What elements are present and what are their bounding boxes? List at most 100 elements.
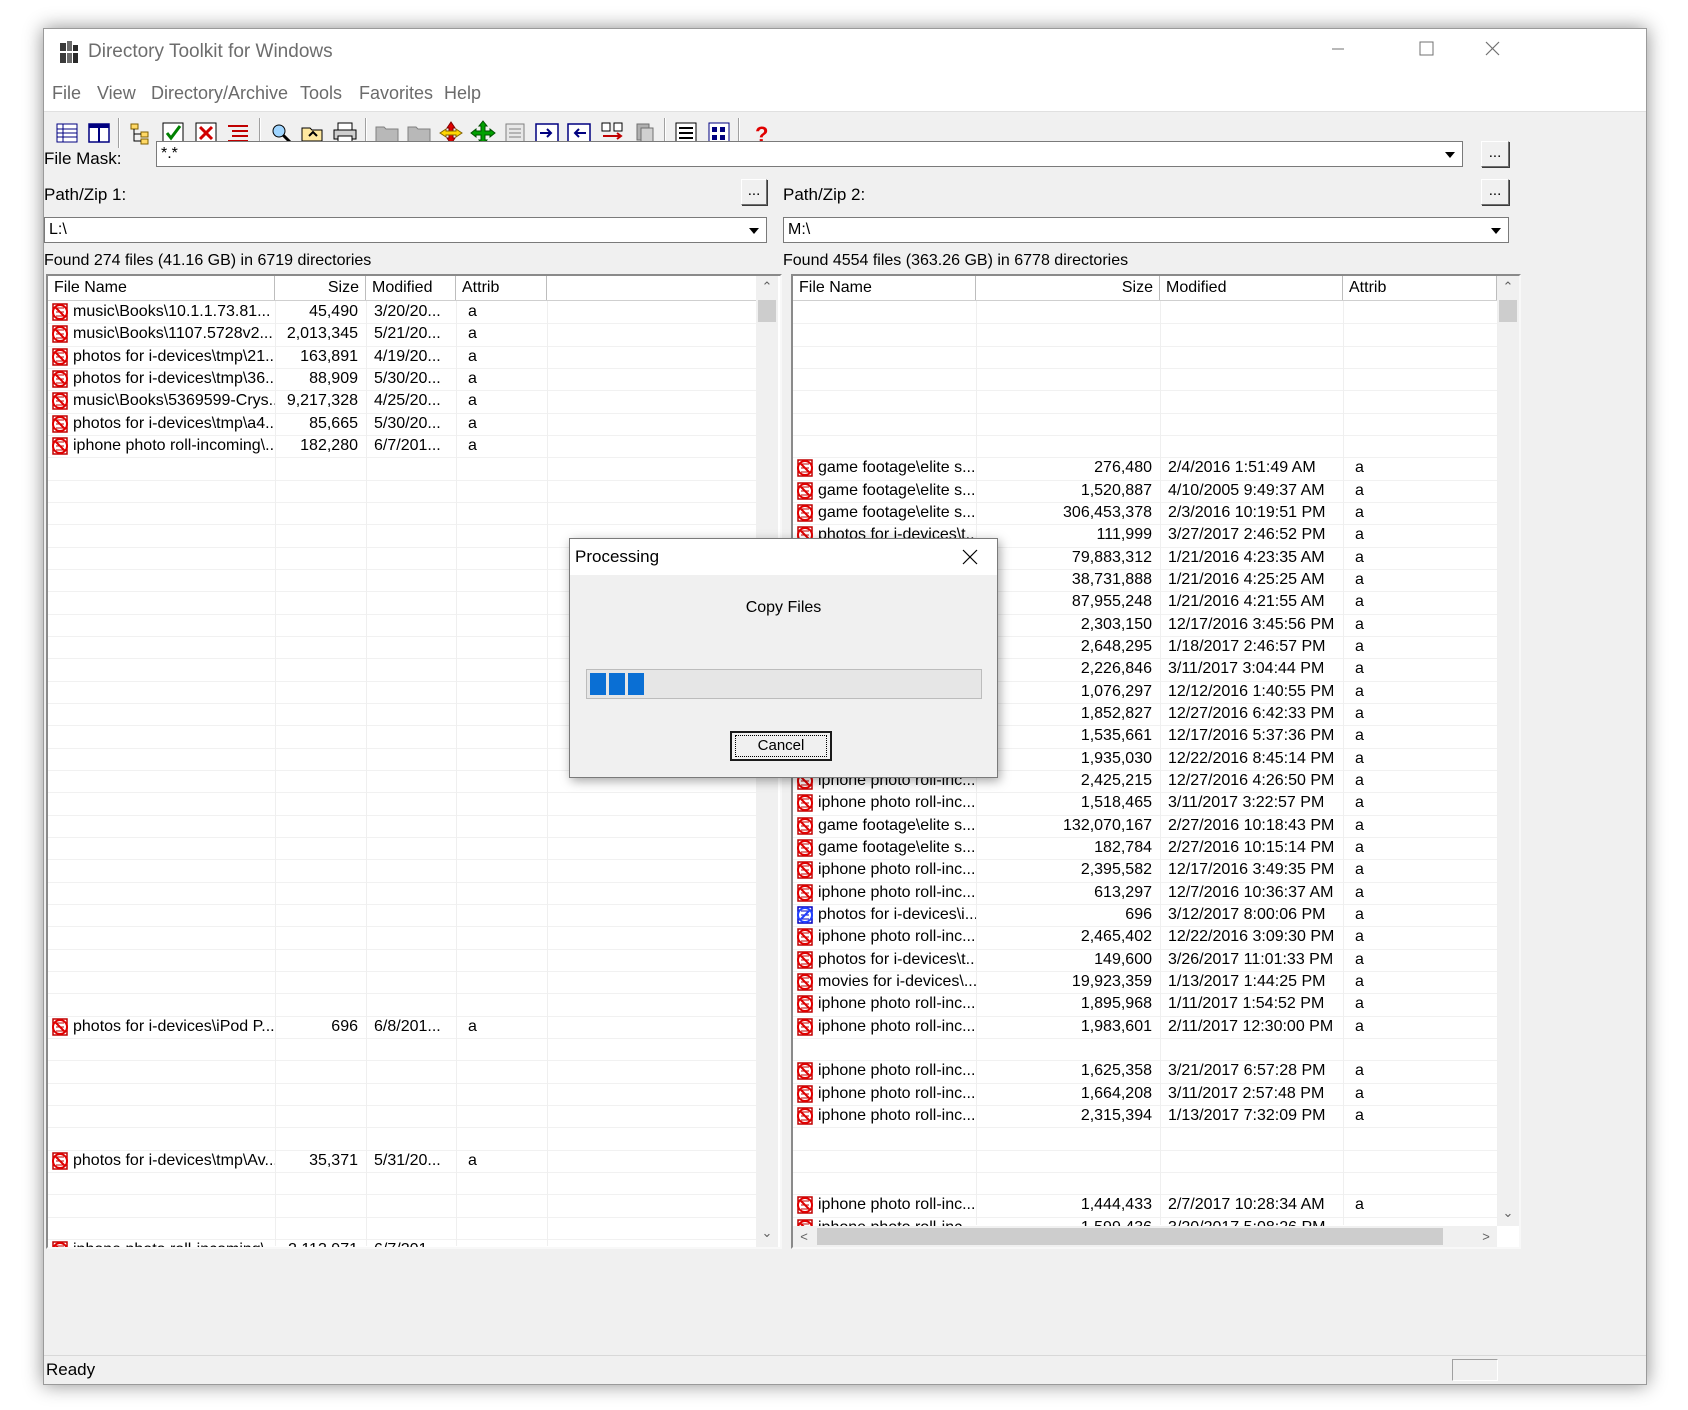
view-details-icon[interactable] <box>54 120 80 146</box>
chevron-down-icon[interactable] <box>1484 219 1507 241</box>
right-vertical-scrollbar[interactable]: ⌃ ⌄ <box>1497 276 1519 1226</box>
table-row[interactable]: photos for i-devices\i... 696 3/12/2017 8:… <box>793 904 1497 926</box>
file-mask-browse-button[interactable]: ... <box>1481 141 1509 167</box>
chevron-down-icon[interactable] <box>742 219 765 241</box>
table-row[interactable]: game footage\elite s... 1,520,887 4/10/200… <box>793 480 1497 502</box>
file-name-text: game footage\elite s... <box>818 838 976 856</box>
copy-progress-bar <box>586 669 982 699</box>
file-attrib-cell: a <box>1355 503 1364 521</box>
file-modified-cell: 1/18/2017 2:46:57 PM <box>1168 637 1326 655</box>
right-header-modified[interactable]: Modified <box>1160 276 1343 300</box>
grid-line <box>793 1149 1497 1151</box>
file-name-cell: photos for i-devices\tmp\21... <box>48 346 275 368</box>
table-row[interactable]: iphone photo roll-inc... 2,315,394 1/13/20… <box>793 1105 1497 1127</box>
scroll-right-icon[interactable]: > <box>1475 1226 1497 1247</box>
scroll-down-icon[interactable]: ⌄ <box>1497 1202 1519 1224</box>
left-scroll-thumb[interactable] <box>758 300 776 322</box>
chevron-down-icon[interactable] <box>1438 143 1461 165</box>
table-row[interactable]: game footage\elite s... 276,480 2/4/2016 1… <box>793 457 1497 479</box>
file-attrib-cell: a <box>468 325 477 343</box>
menu-tools[interactable]: Tools <box>300 83 342 104</box>
path2-browse-button[interactable]: ... <box>1481 179 1509 205</box>
file-missing-icon <box>51 392 69 411</box>
left-header-attrib[interactable]: Attrib <box>456 276 547 300</box>
file-size-cell: 9,217,328 <box>286 392 358 410</box>
file-size-cell: 696 <box>1125 905 1152 923</box>
menu-file[interactable]: File <box>52 83 81 104</box>
table-row[interactable]: photos for i-devices\tmp\Av... 35,371 5/31… <box>48 1150 756 1172</box>
file-mask-combo[interactable]: *.* <box>156 141 1463 167</box>
table-row[interactable]: iphone photo roll-incoming\... 182,280 6/7… <box>48 435 756 457</box>
minimize-button[interactable] <box>1302 29 1372 77</box>
table-row[interactable]: iphone photo roll-inc... 613,297 12/7/2016… <box>793 882 1497 904</box>
menu-directory-archive[interactable]: Directory/Archive <box>151 83 288 104</box>
file-name-text: iphone photo roll-incoming\... <box>73 436 275 454</box>
table-row[interactable]: iphone photo roll-inc... 1,983,601 2/11/20… <box>793 1016 1497 1038</box>
maximize-button[interactable] <box>1390 29 1460 77</box>
file-modified-cell: 5/30/20... <box>374 369 441 387</box>
right-header-size[interactable]: Size <box>976 276 1160 300</box>
table-row[interactable]: iphone photo roll-inc... 2,465,402 12/22/2… <box>793 926 1497 948</box>
table-row[interactable]: photos for i-devices\tmp\21... 163,891 4/1… <box>48 346 756 368</box>
table-row[interactable]: iphone photo roll-inc... 2,395,582 12/17/2… <box>793 859 1497 881</box>
table-row[interactable]: iphone photo roll-inc... 1,444,433 2/7/201… <box>793 1194 1497 1216</box>
progress-block <box>590 673 606 695</box>
left-header-size[interactable]: Size <box>275 276 366 300</box>
table-row[interactable]: iphone photo roll-inc... 1,664,208 3/11/20… <box>793 1083 1497 1105</box>
right-hscroll-thumb[interactable] <box>817 1228 1443 1245</box>
table-row[interactable]: iphone photo roll-inc... 1,625,358 3/21/20… <box>793 1060 1497 1082</box>
file-modified-cell: 3/21/2017 6:57:28 PM <box>1168 1062 1326 1080</box>
scroll-up-icon[interactable]: ⌃ <box>1497 276 1519 298</box>
dialog-close-icon[interactable] <box>960 547 980 567</box>
menu-favorites[interactable]: Favorites <box>359 83 433 104</box>
table-row[interactable]: game footage\elite s... 182,784 2/27/2016 … <box>793 837 1497 859</box>
file-attrib-cell: a <box>1355 905 1364 923</box>
close-button[interactable] <box>1456 29 1526 77</box>
table-row[interactable]: movies for i-devices\... 19,923,359 1/13/2… <box>793 971 1497 993</box>
file-size-cell: 132,070,167 <box>1063 816 1152 834</box>
table-row[interactable]: game footage\elite s... 306,453,378 2/3/20… <box>793 502 1497 524</box>
status-text: Ready <box>46 1360 96 1379</box>
file-size-cell: 2,013,345 <box>286 325 358 343</box>
scroll-down-icon[interactable]: ⌄ <box>756 1222 778 1244</box>
left-header-filename[interactable]: File Name <box>48 276 275 300</box>
left-header-modified[interactable]: Modified <box>366 276 456 300</box>
file-missing-icon <box>51 414 69 433</box>
menu-help[interactable]: Help <box>444 83 481 104</box>
right-header-attrib[interactable]: Attrib <box>1343 276 1497 300</box>
right-horizontal-scrollbar[interactable]: < > <box>793 1226 1497 1247</box>
right-header-filename[interactable]: File Name <box>793 276 976 300</box>
view-split-icon[interactable] <box>86 120 112 146</box>
table-row[interactable]: photos for i-devices\t... 149,600 3/26/201… <box>793 949 1497 971</box>
file-missing-icon <box>796 1062 814 1080</box>
table-row[interactable]: iphone photo roll-incoming\...2,113,971 6… <box>48 1239 756 1247</box>
menu-view[interactable]: View <box>97 83 136 104</box>
file-modified-cell: 2/3/2016 10:19:51 PM <box>1168 503 1326 521</box>
file-name-text: photos for i-devices\tmp\36... <box>73 369 275 387</box>
file-missing-icon <box>796 950 814 969</box>
file-attrib-cell: a <box>1355 593 1364 611</box>
file-name-text: photos for i-devices\tmp\Av... <box>73 1151 275 1169</box>
table-row[interactable]: music\Books\5369599-Crys... 9,217,328 4/25… <box>48 390 756 412</box>
file-name-text: iphone photo roll-inc... <box>818 1196 976 1214</box>
file-missing-icon <box>796 995 814 1013</box>
table-row[interactable]: music\Books\10.1.1.73.81... 45,490 3/20/20… <box>48 301 756 323</box>
table-row[interactable]: game footage\elite s... 132,070,167 2/27/2… <box>793 815 1497 837</box>
path1-combo[interactable]: L:\ <box>44 217 767 243</box>
table-row[interactable]: photos for i-devices\tmp\36... 88,909 5/30… <box>48 368 756 390</box>
path2-combo[interactable]: M:\ <box>783 217 1509 243</box>
cancel-button[interactable]: Cancel <box>730 731 832 761</box>
table-row[interactable]: photos for i-devices\tmp\a4... 85,665 5/30… <box>48 413 756 435</box>
table-row[interactable]: iphone photo roll-inc... 1,518,465 3/11/20… <box>793 792 1497 814</box>
tree-icon[interactable] <box>128 120 154 146</box>
file-size-cell: 2,303,150 <box>1080 615 1152 633</box>
file-size-cell: 1,983,601 <box>1080 1017 1152 1035</box>
right-scroll-thumb[interactable] <box>1499 300 1517 322</box>
path1-browse-button[interactable]: ... <box>741 179 767 205</box>
table-row[interactable]: music\Books\1107.5728v2... 2,013,345 5/21/… <box>48 323 756 345</box>
scroll-up-icon[interactable]: ⌃ <box>756 276 778 298</box>
file-name-cell: photos for i-devices\iPod P... <box>48 1016 275 1038</box>
table-row[interactable]: iphone photo roll-inc... 1,895,968 1/11/20… <box>793 993 1497 1015</box>
scroll-left-icon[interactable]: < <box>793 1226 815 1247</box>
table-row[interactable]: photos for i-devices\iPod P... 696 6/8/201… <box>48 1016 756 1038</box>
